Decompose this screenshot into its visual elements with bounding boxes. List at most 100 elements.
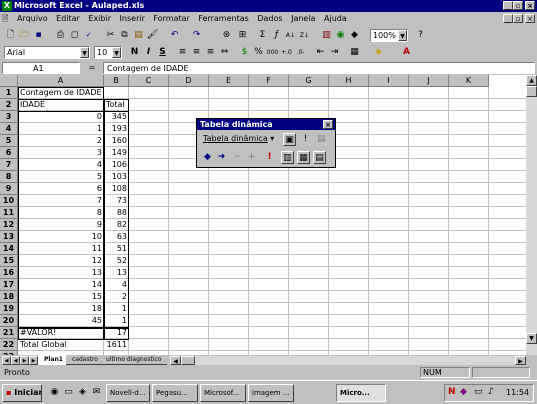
cell-b12[interactable]: 82 (104, 219, 129, 231)
row-header-9[interactable]: 9 (0, 183, 18, 195)
name-box[interactable]: A1 (2, 62, 80, 74)
cell-a11[interactable]: 8 (18, 207, 104, 219)
select-all-corner[interactable] (0, 75, 18, 87)
formula-input[interactable]: Contagem de IDADE (103, 62, 535, 74)
sheet-tab-cadastro[interactable]: cadastro (66, 355, 104, 365)
row-header-14[interactable]: 14 (0, 243, 18, 255)
new-icon[interactable]: 🗋 (4, 29, 17, 42)
align-center-icon[interactable]: ≡ (190, 46, 203, 59)
decrease-indent-icon[interactable]: ⇤ (314, 46, 327, 59)
cell-a10[interactable]: 7 (18, 195, 104, 207)
pivot-close-icon[interactable]: × (323, 120, 333, 129)
drawing-icon[interactable]: ◆ (348, 29, 361, 42)
column-header-e[interactable]: E (209, 75, 249, 87)
row-header-21[interactable]: 21 (0, 327, 18, 339)
excel-app-icon[interactable]: X (2, 1, 12, 11)
pivot-menu-button[interactable]: Tabela dinâmica ▾ (203, 134, 274, 143)
font-color-icon[interactable]: A (400, 46, 413, 59)
doc-minimize-icon[interactable]: _ (503, 14, 513, 23)
pivot-field-icon[interactable]: ▤ (315, 133, 328, 146)
cell-a5[interactable]: 2 (18, 135, 104, 147)
thousands-button[interactable]: 000 (266, 46, 279, 59)
help-icon[interactable]: ? (414, 29, 427, 42)
cell-b21[interactable]: 17 (104, 327, 129, 339)
formula-equals[interactable]: = (84, 62, 100, 74)
percent-button[interactable]: % (252, 46, 265, 59)
column-header-k[interactable]: K (449, 75, 489, 87)
minimize-icon[interactable]: _ (503, 1, 513, 10)
column-header-f[interactable]: F (249, 75, 289, 87)
ungroup-icon[interactable]: ◆ (201, 151, 214, 164)
cell-b14[interactable]: 51 (104, 243, 129, 255)
cell-b5[interactable]: 160 (104, 135, 129, 147)
cell-b4[interactable]: 193 (104, 123, 129, 135)
row-header-19[interactable]: 19 (0, 303, 18, 315)
prev-sheet-icon[interactable]: ◀ (11, 356, 20, 365)
horizontal-scrollbar[interactable]: ◀ ▶ (170, 356, 526, 365)
print-icon[interactable]: ⎙ (54, 29, 67, 42)
bold-button[interactable]: N (128, 46, 141, 59)
autosum-icon[interactable]: Σ (256, 29, 269, 42)
row-header-1[interactable]: 1 (0, 87, 18, 99)
menu-editar[interactable]: Editar (53, 12, 83, 25)
refresh-data-icon[interactable]: ! (263, 151, 276, 164)
cell-b7[interactable]: 106 (104, 159, 129, 171)
task-microsoft[interactable]: Microsof... (200, 384, 246, 402)
task-novell[interactable]: Novell-d... (106, 384, 150, 402)
increase-decimal-icon[interactable]: +.0 (280, 46, 293, 59)
borders-icon[interactable]: ▦ (348, 46, 361, 59)
decrease-decimal-icon[interactable]: .0- (294, 46, 307, 59)
cell-b8[interactable]: 103 (104, 171, 129, 183)
function-icon[interactable]: ƒ (270, 29, 283, 42)
volume-icon[interactable]: ♪ (488, 387, 494, 397)
row-header-10[interactable]: 10 (0, 195, 18, 207)
sort-descending-icon[interactable]: Z↓ (298, 29, 311, 42)
cell-b13[interactable]: 63 (104, 231, 129, 243)
zoom-select[interactable]: 100% ▼ (370, 29, 408, 42)
network-icon[interactable]: ▭ (474, 387, 483, 397)
fill-color-icon[interactable]: ◈ (372, 46, 385, 59)
column-header-j[interactable]: J (409, 75, 449, 87)
cell-a1[interactable]: Contagem de IDADE (18, 87, 104, 99)
map-icon[interactable]: ◉ (334, 29, 347, 42)
open-icon[interactable]: 🗁 (18, 29, 31, 42)
cell-a4[interactable]: 1 (18, 123, 104, 135)
cell-b19[interactable]: 1 (104, 303, 129, 315)
cell-a14[interactable]: 11 (18, 243, 104, 255)
increase-indent-icon[interactable]: ⇥ (328, 46, 341, 59)
menu-dados[interactable]: Dados (254, 12, 285, 25)
start-button[interactable]: ▪ Iniciar (2, 384, 42, 402)
pivot-refresh-icon[interactable]: ! (299, 133, 312, 146)
column-header-h[interactable]: H (329, 75, 369, 87)
doc-icon[interactable]: 🗎 (0, 12, 11, 25)
pivot-toolbar-titlebar[interactable]: Tabela dinâmica × (197, 119, 335, 130)
cell-b10[interactable]: 73 (104, 195, 129, 207)
row-header-11[interactable]: 11 (0, 207, 18, 219)
row-header-2[interactable]: 2 (0, 99, 18, 111)
menu-arquivo[interactable]: Arquivo (14, 12, 51, 25)
worksheet-grid[interactable]: ABCDEFGHIJK 1 2 3 4 5 6 7 8 9 10 11 12 13 14 15 16 17 18 1… (0, 75, 526, 355)
first-sheet-icon[interactable]: ◀ (2, 356, 11, 365)
column-header-a[interactable]: A (18, 75, 104, 87)
cell-a12[interactable]: 9 (18, 219, 104, 231)
horizontal-scroll-thumb[interactable] (181, 356, 195, 365)
align-right-icon[interactable]: ≡ (204, 46, 217, 59)
close-icon[interactable]: × (525, 1, 535, 10)
spelling-icon[interactable]: ✓ (82, 29, 95, 42)
doc-close-icon[interactable]: × (525, 14, 535, 23)
redo-icon[interactable]: ↷ (190, 29, 203, 42)
menu-inserir[interactable]: Inserir (117, 12, 148, 25)
hide-detail-icon[interactable]: − (231, 151, 244, 164)
sheet-tab-ultimo-diagnostico[interactable]: ultimo diagnostico (100, 355, 168, 365)
vertical-scrollbar[interactable]: ▲ ▼ (526, 75, 537, 355)
vertical-scroll-thumb[interactable] (526, 86, 537, 97)
cell-a2[interactable]: IDADE (18, 99, 104, 111)
cell-a22[interactable]: Total Global (18, 339, 104, 351)
menu-ferramentas[interactable]: Ferramentas (195, 12, 251, 25)
cell-a17[interactable]: 14 (18, 279, 104, 291)
row-header-22[interactable]: 22 (0, 339, 18, 351)
row-header-4[interactable]: 4 (0, 123, 18, 135)
task-pegasus[interactable]: Pegasu... (152, 384, 198, 402)
column-header-c[interactable]: C (129, 75, 169, 87)
menu-janela[interactable]: Janela (288, 12, 318, 25)
